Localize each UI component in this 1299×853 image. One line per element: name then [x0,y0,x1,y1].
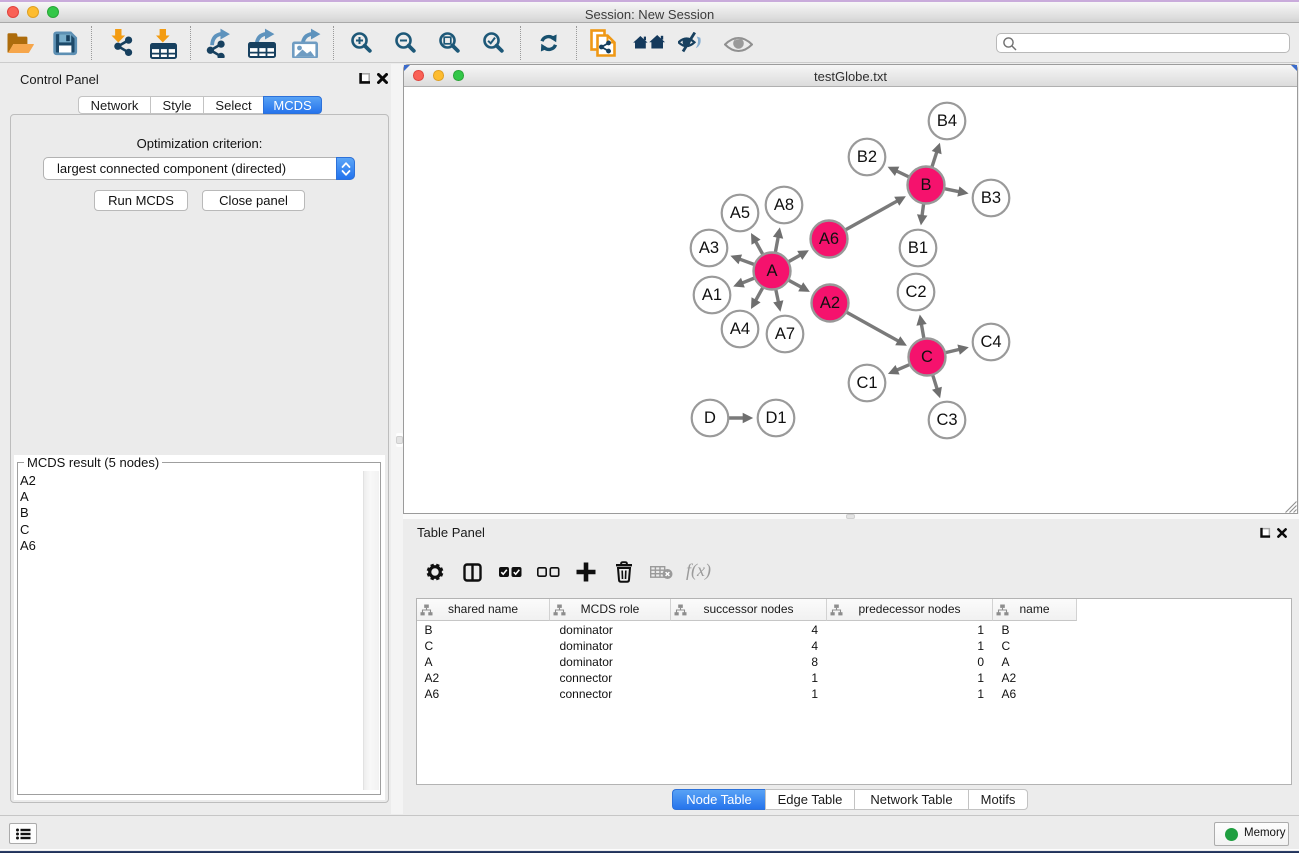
svg-text:B: B [920,176,931,194]
svg-text:A4: A4 [730,320,750,338]
svg-text:B2: B2 [857,148,877,166]
svg-text:A6: A6 [819,230,839,248]
svg-text:B4: B4 [937,112,957,130]
svg-text:C2: C2 [905,283,926,301]
svg-text:A3: A3 [699,239,719,257]
svg-text:D: D [704,409,716,427]
svg-text:C: C [921,348,933,366]
svg-text:A2: A2 [820,294,840,312]
svg-text:A8: A8 [774,196,794,214]
svg-text:A1: A1 [702,286,722,304]
svg-text:C3: C3 [936,411,957,429]
svg-text:B3: B3 [981,189,1001,207]
svg-text:A: A [766,262,777,280]
svg-text:B1: B1 [908,239,928,257]
svg-text:D1: D1 [765,409,786,427]
svg-text:A7: A7 [775,325,795,343]
svg-text:C1: C1 [856,374,877,392]
svg-text:A5: A5 [730,204,750,222]
svg-text:C4: C4 [980,333,1001,351]
